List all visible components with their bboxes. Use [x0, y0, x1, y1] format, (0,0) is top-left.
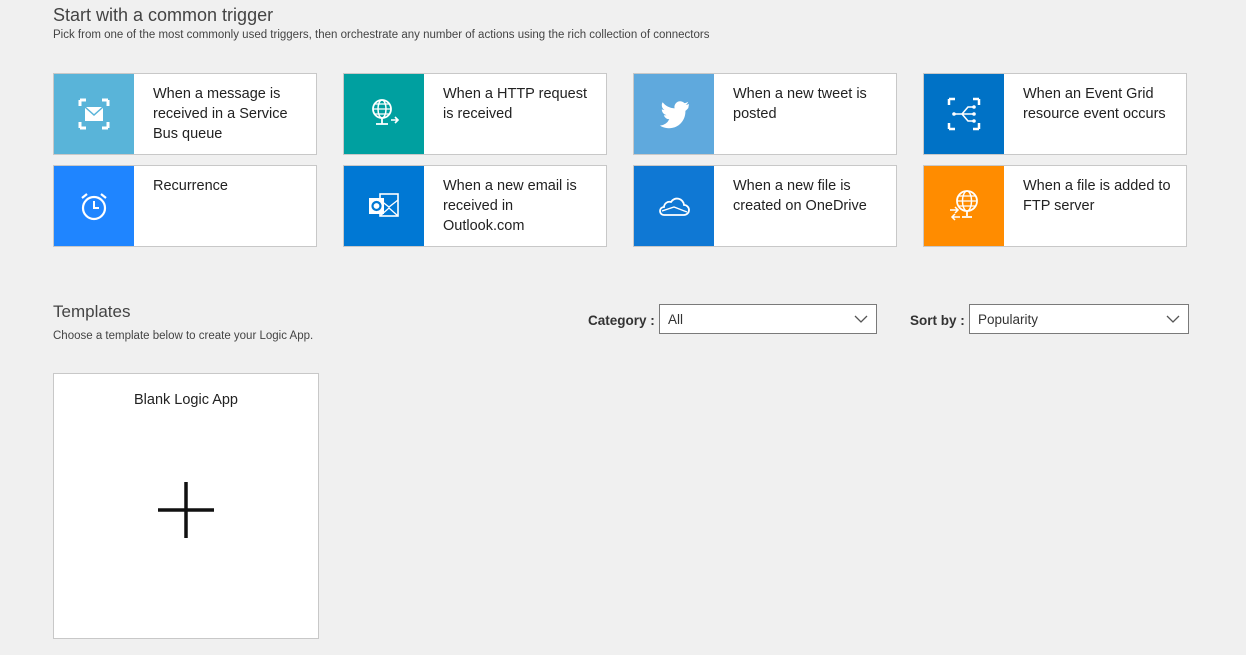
trigger-label: When a new email is received in Outlook.…	[443, 178, 577, 234]
twitter-icon	[660, 101, 689, 129]
outlook-tile	[344, 166, 424, 246]
http-request-icon	[372, 99, 400, 125]
trigger-label: When a HTTP request is received	[443, 86, 587, 122]
plus-icon	[158, 482, 214, 538]
trigger-recurrence[interactable]: Recurrence	[53, 165, 317, 247]
common-trigger-subtitle: Pick from one of the most commonly used …	[53, 29, 710, 41]
category-label: Category :	[588, 313, 655, 328]
sort-selected-value: Popularity	[978, 312, 1039, 327]
trigger-label: When a new tweet is posted	[733, 86, 867, 122]
common-trigger-title: Start with a common trigger	[53, 5, 274, 25]
templates-subtitle: Choose a template below to create your L…	[53, 330, 314, 342]
event-grid-icon	[947, 97, 981, 131]
trigger-ftp-file[interactable]: When a file is added to FTP server	[923, 165, 1187, 247]
chevron-down-icon	[854, 315, 868, 323]
category-dropdown[interactable]: All	[659, 304, 877, 334]
trigger-label: When a new file is created on OneDrive	[733, 178, 867, 214]
trigger-label: Recurrence	[153, 178, 228, 194]
onedrive-tile	[634, 166, 714, 246]
trigger-event-grid[interactable]: When an Event Grid resource event occurs	[923, 73, 1187, 155]
blank-logic-app-title: Blank Logic App	[134, 392, 238, 408]
templates-title: Templates	[53, 302, 131, 321]
trigger-onedrive-file[interactable]: When a new file is created on OneDrive	[633, 165, 897, 247]
chevron-down-icon	[1166, 315, 1180, 323]
onedrive-cloud-icon	[659, 197, 690, 216]
outlook-icon	[369, 193, 399, 217]
trigger-label: When a message is received in a Service …	[153, 86, 288, 142]
sort-dropdown[interactable]: Popularity	[969, 304, 1189, 334]
event-grid-tile	[924, 74, 1004, 154]
trigger-label: When an Event Grid resource event occurs	[1023, 86, 1166, 122]
service-bus-tile	[54, 74, 134, 154]
twitter-tile	[634, 74, 714, 154]
service-bus-icon	[78, 98, 110, 130]
ftp-tile	[924, 166, 1004, 246]
trigger-http-request[interactable]: When a HTTP request is received	[343, 73, 607, 155]
blank-logic-app-card[interactable]: Blank Logic App	[53, 373, 319, 639]
recurrence-tile	[54, 166, 134, 246]
trigger-new-tweet[interactable]: When a new tweet is posted	[633, 73, 897, 155]
alarm-clock-icon	[81, 193, 107, 221]
category-selected-value: All	[668, 312, 684, 327]
sort-label: Sort by :	[910, 313, 965, 328]
ftp-globe-icon	[950, 190, 978, 221]
trigger-service-bus[interactable]: When a message is received in a Service …	[53, 73, 317, 155]
http-request-tile	[344, 74, 424, 154]
trigger-outlook-email[interactable]: When a new email is received in Outlook.…	[343, 165, 607, 247]
trigger-label: When a file is added to FTP server	[1023, 178, 1171, 214]
